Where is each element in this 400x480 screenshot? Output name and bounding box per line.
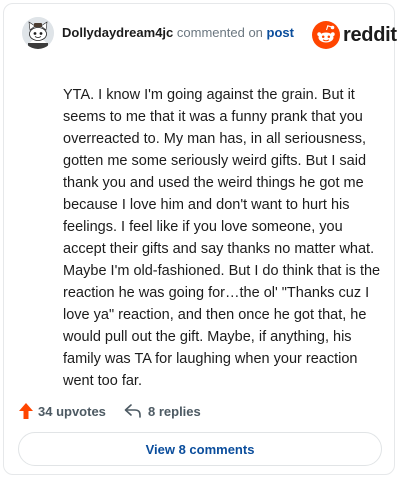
comment-attribution: Dollydaydream4jc commented on post <box>62 25 294 41</box>
upvote-button[interactable]: 34 upvotes <box>18 400 106 422</box>
comment-card: Dollydaydream4jc commented on post reddi… <box>3 3 397 475</box>
reply-count: 8 replies <box>148 403 201 419</box>
reddit-wordmark: reddit <box>343 24 397 46</box>
reddit-logo-icon <box>312 21 340 49</box>
upvote-arrow-icon <box>19 403 33 419</box>
snoo-avatar-icon <box>22 17 54 49</box>
upvote-count: 34 upvotes <box>38 403 106 419</box>
action-text: commented on <box>176 25 263 40</box>
comment-body: YTA. I know I'm going against the grain.… <box>63 87 381 389</box>
comment-actions: 34 upvotes 8 replies <box>18 400 378 422</box>
view-comments-button[interactable]: View 8 comments <box>18 432 382 466</box>
avatar[interactable] <box>22 17 54 49</box>
reply-arrow-icon <box>124 404 141 418</box>
username-link[interactable]: Dollydaydream4jc <box>62 25 173 40</box>
comment-header: Dollydaydream4jc commented on post reddi… <box>4 4 397 68</box>
reddit-brand[interactable]: reddit <box>312 21 397 49</box>
view-comments-label: View 8 comments <box>145 441 255 457</box>
replies-button[interactable]: 8 replies <box>124 400 201 422</box>
post-link[interactable]: post <box>267 25 294 40</box>
